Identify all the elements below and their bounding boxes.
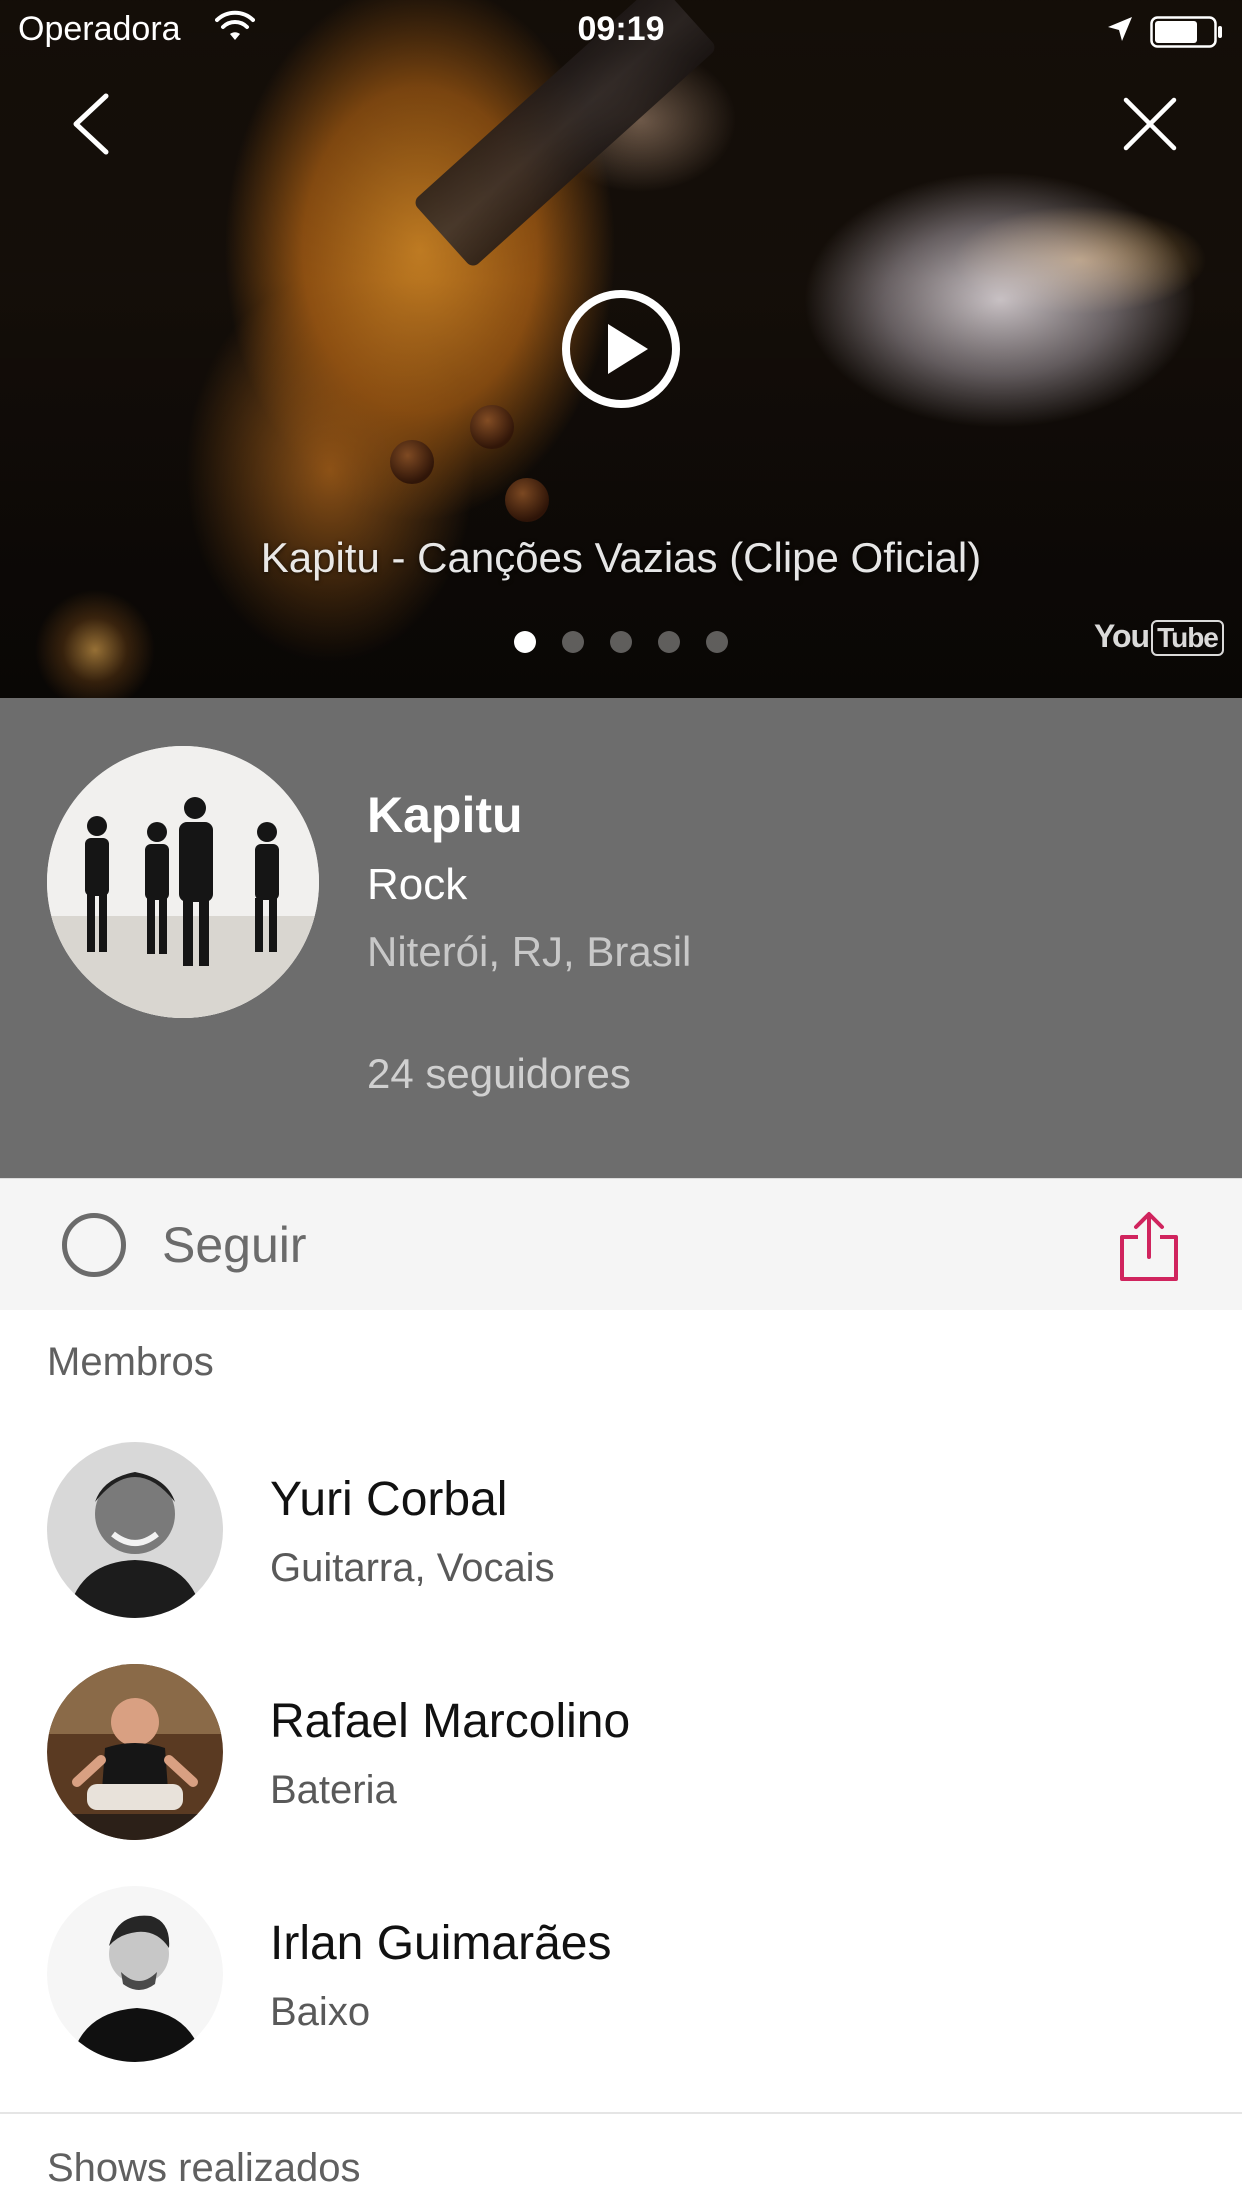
follow-label: Seguir <box>162 1217 307 1273</box>
member-avatar <box>47 1664 223 1840</box>
pager-dot[interactable] <box>514 631 536 653</box>
chevron-left-icon[interactable] <box>62 92 122 156</box>
member-row[interactable]: Irlan Guimarães Baixo <box>0 1886 1242 2086</box>
member-name: Rafael Marcolino <box>270 1695 631 1748</box>
video-title: Kapitu - Canções Vazias (Clipe Oficial) <box>260 534 982 581</box>
member-role: Guitarra, Vocais <box>270 1546 555 1590</box>
follow-button[interactable]: Seguir <box>62 1179 307 1311</box>
shows-heading: Shows realizados <box>47 2146 361 2190</box>
clock: 09:19 <box>577 10 665 48</box>
member-row[interactable]: Yuri Corbal Guitarra, Vocais <box>0 1442 1242 1642</box>
band-location: Niterói, RJ, Brasil <box>367 928 692 975</box>
youtube-logo: You Tube <box>1094 618 1224 656</box>
youtube-logo-tube: Tube <box>1151 620 1224 656</box>
band-info-panel: Kapitu Rock Niterói, RJ, Brasil 24 segui… <box>0 698 1242 1178</box>
pager-dot[interactable] <box>706 631 728 653</box>
member-avatar <box>47 1886 223 2062</box>
battery-icon <box>1150 16 1222 48</box>
video-hero[interactable]: Operadora 09:19 Kapitu - Canções Vazias … <box>0 0 1242 698</box>
follower-count: 24 seguidores <box>367 1050 631 1097</box>
member-avatar <box>47 1442 223 1618</box>
pager-dot[interactable] <box>610 631 632 653</box>
follow-toggle-icon[interactable] <box>62 1213 126 1277</box>
band-avatar <box>47 746 319 1018</box>
band-name: Kapitu <box>367 787 523 843</box>
pager-dot[interactable] <box>562 631 584 653</box>
play-circle-icon[interactable] <box>560 288 682 410</box>
action-bar: Seguir <box>0 1178 1242 1310</box>
status-bar: Operadora 09:19 <box>0 0 1242 62</box>
members-heading: Membros <box>47 1340 214 1384</box>
member-name: Irlan Guimarães <box>270 1917 612 1970</box>
member-photo <box>47 1664 223 1840</box>
band-photo <box>47 746 319 1018</box>
youtube-logo-you: You <box>1094 618 1150 654</box>
member-row[interactable]: Rafael Marcolino Bateria <box>0 1664 1242 1864</box>
member-photo <box>47 1886 223 2062</box>
pager-dot[interactable] <box>658 631 680 653</box>
carousel-pager[interactable] <box>514 631 728 653</box>
location-arrow-icon <box>1108 17 1132 41</box>
section-divider <box>0 2112 1242 2114</box>
close-icon[interactable] <box>1118 92 1182 156</box>
member-role: Bateria <box>270 1768 397 1812</box>
band-genre: Rock <box>367 860 468 909</box>
member-name: Yuri Corbal <box>270 1473 508 1526</box>
member-photo <box>47 1442 223 1618</box>
member-role: Baixo <box>270 1990 371 2034</box>
share-icon[interactable] <box>1118 1211 1180 1283</box>
